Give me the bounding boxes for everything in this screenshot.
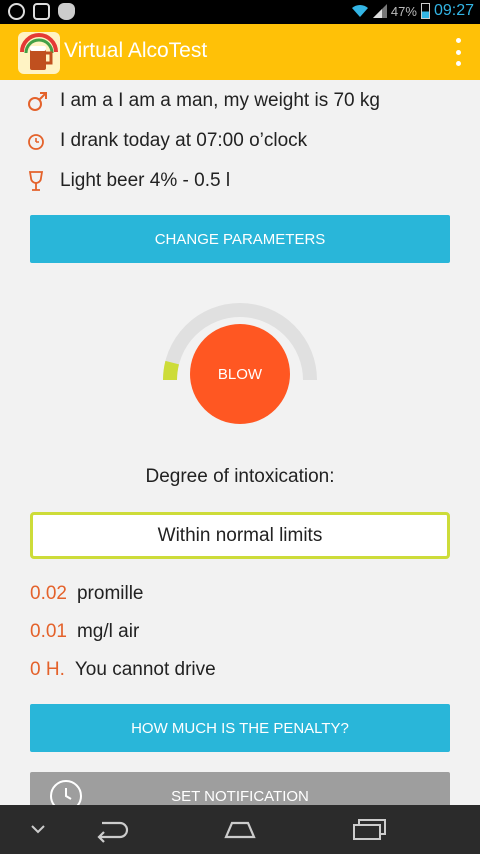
wifi-icon <box>351 4 368 17</box>
chevron-down-icon[interactable] <box>28 815 48 843</box>
param-time[interactable]: I drank today at 07:00 o’clock <box>26 126 307 156</box>
main-content: I am a I am a man, my weight is 70 kg I … <box>0 80 480 805</box>
gauge-level <box>163 360 180 381</box>
clock-icon <box>50 780 82 805</box>
navigation-bar <box>0 805 480 854</box>
reading-unit: promille <box>76 583 144 604</box>
param-person-text: I am a I am a man, my weight is 70 kg <box>60 90 380 111</box>
sync-icon <box>8 3 25 20</box>
status-time: 09:27 <box>433 2 474 19</box>
beer-mug-icon[interactable] <box>18 32 60 74</box>
param-drink[interactable]: Light beer 4% - 0.5 l <box>26 166 230 196</box>
blow-button[interactable]: BLOW <box>190 324 290 424</box>
reading-unit: You cannot drive <box>74 659 216 680</box>
clock-icon <box>28 134 44 150</box>
intoxication-label: Degree of intoxication: <box>145 466 335 487</box>
app-title: Virtual AlcoTest <box>64 39 208 62</box>
intoxication-result: Within normal limits <box>30 512 450 559</box>
battery-percent: 47% <box>390 3 417 19</box>
reading-value: 0.02 <box>30 583 67 604</box>
reading-promille: 0.02 promille <box>30 580 144 608</box>
reading-unit: mg/l air <box>76 621 140 642</box>
penalty-button[interactable]: HOW MUCH IS THE PENALTY? <box>30 704 450 752</box>
home-icon[interactable] <box>220 815 260 843</box>
param-drink-text: Light beer 4% - 0.5 l <box>60 170 231 191</box>
wine-glass-icon <box>28 171 44 191</box>
reading-hours: 0 H. You cannot drive <box>30 656 216 684</box>
alarm-icon <box>33 3 50 20</box>
reading-mgl: 0.01 mg/l air <box>30 618 139 646</box>
reading-value: 0.01 <box>30 621 67 642</box>
set-notification-button[interactable]: SET NOTIFICATION <box>30 772 450 805</box>
status-bar: 47% 09:27 <box>0 0 480 24</box>
signal-icon <box>372 4 387 18</box>
set-notification-label: SET NOTIFICATION <box>171 787 309 805</box>
cat-icon <box>58 3 75 20</box>
back-icon[interactable] <box>92 815 132 843</box>
param-time-text: I drank today at 07:00 o’clock <box>60 130 308 151</box>
battery-icon <box>420 3 430 19</box>
change-parameters-button[interactable]: CHANGE PARAMETERS <box>30 215 450 263</box>
param-person[interactable]: I am a I am a man, my weight is 70 kg <box>26 86 380 116</box>
reading-value: 0 H. <box>30 659 65 680</box>
male-icon <box>28 92 47 111</box>
overflow-menu-icon[interactable] <box>454 38 462 66</box>
recent-apps-icon[interactable] <box>350 815 390 843</box>
app-bar: Virtual AlcoTest <box>0 24 480 80</box>
